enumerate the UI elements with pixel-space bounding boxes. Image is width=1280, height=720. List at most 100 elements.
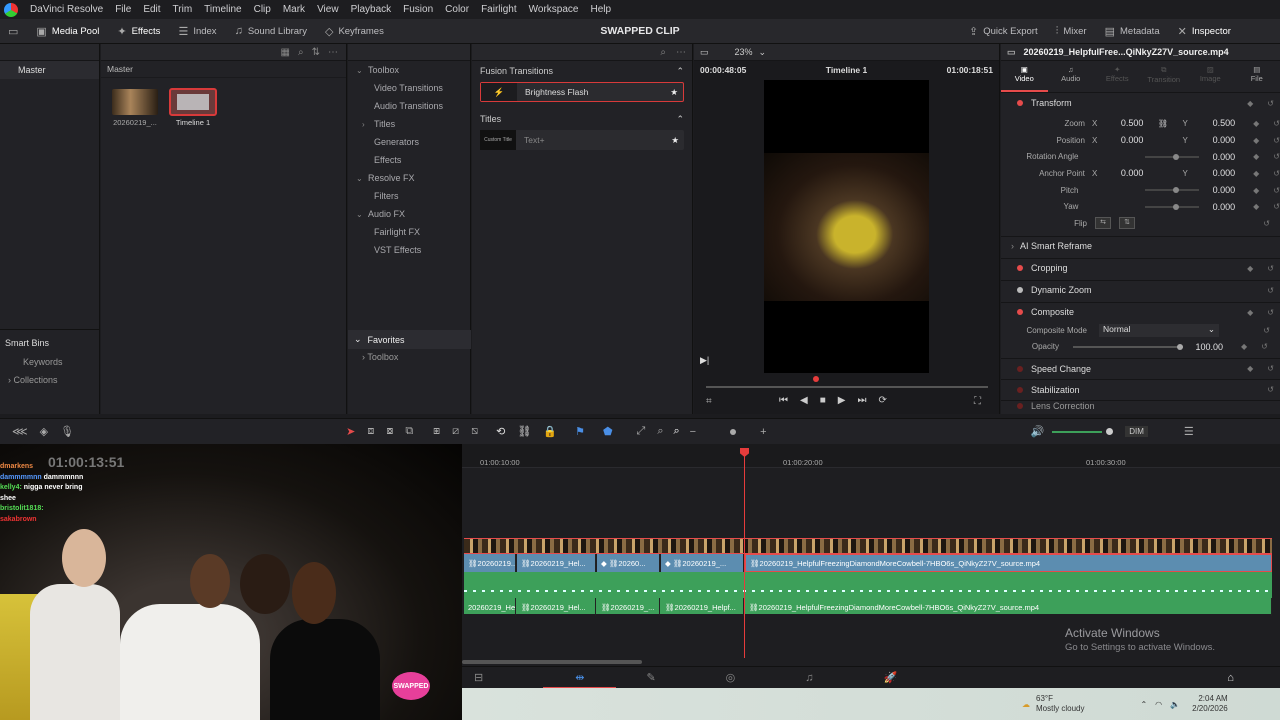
position-y-value[interactable]: 0.000 [1196, 135, 1236, 145]
loop-icon[interactable]: ⟳ [878, 395, 886, 406]
keyframe-diamond-icon[interactable]: ◆ [1253, 186, 1259, 195]
menu-playback[interactable]: Playback [345, 4, 398, 15]
zoom-slider-handle[interactable] [730, 428, 737, 435]
speaker-icon[interactable]: 🔈 [1170, 700, 1180, 709]
tree-audio-fx[interactable]: ⌄ Audio FX [348, 205, 470, 223]
play-reverse-icon[interactable]: ◀ [800, 395, 808, 406]
reset-icon[interactable]: ↺ [1273, 136, 1280, 145]
lock-icon[interactable]: 🔒 [543, 425, 557, 438]
trim-tool-icon[interactable]: ⧈ [367, 425, 374, 438]
tree-audio-transitions[interactable]: Audio Transitions [348, 97, 470, 115]
metadata-button[interactable]: ▤ Metadata [1096, 19, 1169, 44]
inspector-button[interactable]: ✕ Inspector [1169, 19, 1240, 44]
page-media-icon[interactable]: ⊟ [474, 671, 483, 684]
favorite-star-icon[interactable]: ★ [670, 87, 678, 98]
video-clip[interactable]: ⛓ 20260219_Hel... [517, 554, 596, 572]
marker-icon[interactable]: ⬟ [603, 425, 613, 438]
rotation-value[interactable]: 0.000 [1199, 152, 1236, 162]
keyframe-diamond-icon[interactable]: ◆ [1247, 308, 1253, 317]
index-button[interactable]: ☰ Index [169, 19, 225, 44]
video-clip[interactable]: ◆ ⛓ 20260219_... [661, 554, 744, 572]
timeline-thumbnail[interactable] [169, 88, 217, 116]
media-pool-button[interactable]: ▣ Media Pool [27, 19, 108, 44]
bin-master[interactable]: Master [0, 61, 99, 79]
snapping-icon[interactable]: ⟲ [496, 425, 505, 438]
keyframe-diamond-icon[interactable]: ◆ [1253, 202, 1259, 211]
zoom-in-icon[interactable]: + [760, 426, 766, 438]
slider-handle[interactable] [1173, 153, 1180, 160]
composite-section[interactable]: Composite ◆ ↺ [1001, 301, 1280, 322]
stabilization-section[interactable]: Stabilization ↺ [1001, 379, 1280, 399]
tree-toolbox[interactable]: ⌄ Toolbox [348, 61, 470, 79]
audio-clip[interactable]: ⛓ 20260219_... [597, 598, 660, 616]
viewer-scrubber[interactable] [706, 386, 988, 388]
page-color-icon[interactable]: ◎ [726, 671, 736, 684]
tree-video-transitions[interactable]: Video Transitions [348, 79, 470, 97]
search-icon[interactable]: ⌕ [660, 47, 666, 58]
reset-icon[interactable]: ↺ [1273, 169, 1280, 178]
menu-help[interactable]: Help [584, 4, 617, 15]
menu-color[interactable]: Color [439, 4, 475, 15]
reset-icon[interactable]: ↺ [1263, 219, 1270, 228]
favorites-header[interactable]: ⌄ Favorites [348, 330, 471, 349]
rotation-slider[interactable] [1145, 153, 1200, 160]
stop-icon[interactable]: ■ [820, 395, 826, 406]
zoom-detail-icon[interactable]: ⌕ [657, 425, 663, 438]
audio-clip[interactable]: ⛓ 20260219_Helpf... [661, 598, 744, 616]
timeline-ruler[interactable]: 01:00:10:00 01:00:20:00 01:00:30:00 [462, 444, 1280, 468]
more-icon[interactable]: ⋯ [676, 47, 686, 58]
reset-icon[interactable]: ↺ [1273, 202, 1280, 211]
tab-transition[interactable]: ⧉ Transition [1141, 61, 1188, 92]
composite-mode-dropdown[interactable]: Normal ⌄ [1099, 323, 1219, 337]
reset-icon[interactable]: ↺ [1261, 342, 1268, 351]
play-icon[interactable]: ▶ [838, 395, 846, 406]
reset-icon[interactable]: ↺ [1273, 186, 1280, 195]
zoom-out-icon[interactable]: − [690, 426, 696, 438]
tab-image[interactable]: ▨ Image [1187, 61, 1234, 92]
enable-dot-icon[interactable] [1017, 100, 1023, 106]
flag-icon[interactable]: ⚑ [575, 425, 585, 438]
microphone-icon[interactable]: 🎙 [60, 425, 74, 438]
smart-bin-collections[interactable]: › Collections [8, 375, 58, 385]
yaw-value[interactable]: 0.000 [1199, 202, 1236, 212]
audio-clip[interactable]: ⛓ 20260219_Hel... [517, 598, 596, 616]
panel-toggle-icon[interactable]: ▭ [8, 25, 18, 38]
weather-widget[interactable]: 63°F Mostly cloudy [1036, 694, 1084, 714]
skip-to-end-icon[interactable]: ⏭ [857, 395, 866, 406]
network-icon[interactable]: ◠ [1155, 700, 1162, 709]
more-icon[interactable]: ⋯ [328, 47, 338, 58]
reset-icon[interactable]: ↺ [1273, 152, 1280, 161]
viewer-options-icon[interactable]: ⛶ [974, 396, 981, 407]
enable-dot-icon[interactable] [1017, 402, 1023, 409]
page-edit-icon[interactable]: ⇹ [543, 667, 617, 689]
viewer-playhead-marker[interactable] [813, 376, 819, 382]
smart-reframe-section[interactable]: › AI Smart Reframe [1001, 235, 1280, 256]
page-fusion-icon[interactable]: ✎ [646, 671, 655, 684]
zoom-level[interactable]: 23% [735, 47, 753, 57]
timeline-scrollbar[interactable] [462, 660, 642, 664]
home-icon[interactable]: ⌂ [1227, 672, 1234, 684]
tab-file[interactable]: ▤ File [1234, 61, 1280, 92]
page-deliver-icon[interactable]: 🚀 [884, 671, 898, 684]
effects-button[interactable]: ✦ Effects [108, 19, 169, 44]
tree-titles[interactable]: › Titles [348, 115, 470, 133]
tree-resolve-fx[interactable]: ⌄ Resolve FX [348, 169, 470, 187]
menu-fairlight[interactable]: Fairlight [475, 4, 523, 15]
video-clip[interactable]: ⛓ 20260219... [464, 554, 516, 572]
tab-effects[interactable]: ✦ Effects [1094, 61, 1141, 92]
fusion-transitions-header[interactable]: Fusion Transitions ⌃ [472, 61, 692, 82]
reset-icon[interactable]: ↺ [1267, 308, 1274, 317]
lens-correction-section[interactable]: Lens Correction [1001, 400, 1280, 410]
playhead[interactable] [744, 448, 745, 658]
favorite-star-icon[interactable]: ★ [671, 135, 679, 146]
yaw-slider[interactable] [1145, 203, 1200, 210]
position-x-value[interactable]: 0.000 [1104, 135, 1144, 145]
flip-vertical-icon[interactable]: ⇅ [1119, 217, 1135, 230]
slider-handle[interactable] [1173, 187, 1180, 194]
anchor-x-value[interactable]: 0.000 [1104, 168, 1144, 178]
menu-view[interactable]: View [311, 4, 345, 15]
menu-file[interactable]: File [109, 4, 137, 15]
reset-icon[interactable]: ↺ [1263, 326, 1270, 335]
crop-tool-icon[interactable]: ⌗ [706, 396, 712, 407]
volume-slider-handle[interactable] [1106, 428, 1114, 435]
